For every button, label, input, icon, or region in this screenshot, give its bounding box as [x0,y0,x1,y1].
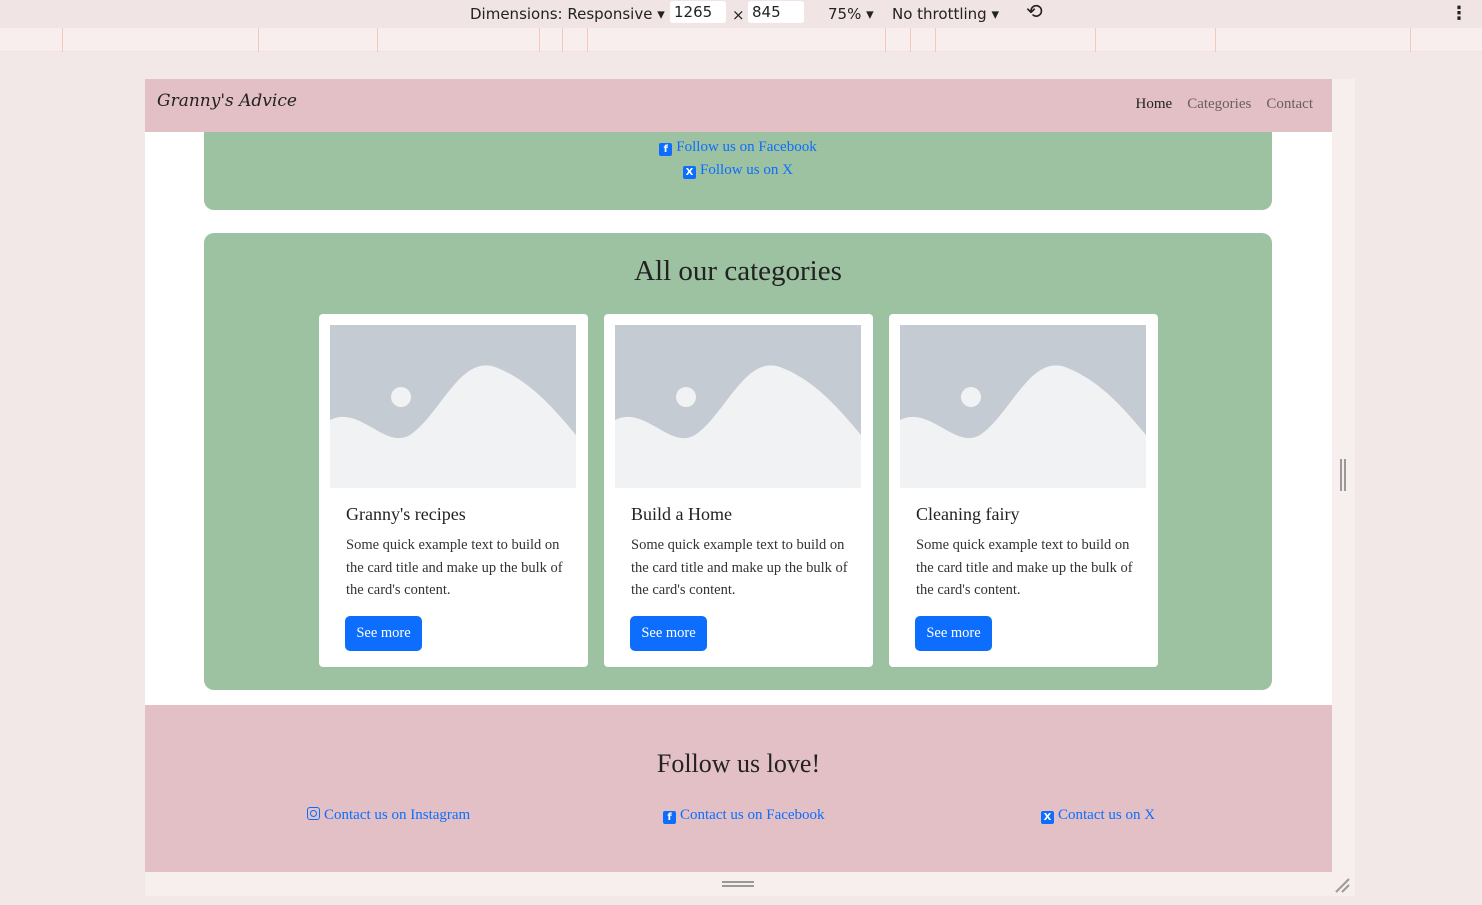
nav-link-categories[interactable]: Categories [1187,96,1251,113]
facebook-link-label: Contact us on Facebook [680,807,825,823]
device-frame-bottom [145,872,1355,896]
zoom-label: 75% [828,5,862,23]
x-icon: X [683,166,697,179]
dimensions-dropdown[interactable]: Dimensions: Responsive ▾ [470,3,665,25]
corner-resize-icon[interactable] [1333,876,1351,894]
x-contact-link[interactable]: X Contact us on X [1041,807,1155,824]
card-text: Some quick example text to build on the … [916,537,1133,598]
facebook-icon: f [663,811,676,824]
nav-link-contact[interactable]: Contact [1266,96,1313,113]
categories-section: All our categories Granny's recipes Some… [204,233,1272,690]
rotate-icon[interactable]: ⟲ [1026,0,1043,22]
placeholder-image [615,325,861,488]
card-title: Build a Home [631,504,732,524]
chevron-down-icon: ▾ [657,5,665,23]
device-frame-right [1332,79,1355,896]
devtools-toolbar: Dimensions: Responsive ▾ 1265 × 845 75% … [0,0,1482,28]
width-input[interactable]: 1265 [670,1,726,23]
x-icon: X [1041,811,1054,824]
throttling-label: No throttling [892,5,987,23]
dimension-separator: × [732,6,745,24]
category-card: Build a Home Some quick example text to … [604,314,873,667]
resize-handle-icon[interactable] [1340,459,1346,491]
height-input[interactable]: 845 [748,1,804,23]
social-panel: f Follow us on Facebook X Follow us on X [204,119,1272,210]
instagram-icon [307,807,320,820]
device-viewport: Granny's Advice Home Categories Contact … [145,79,1332,872]
more-options-icon[interactable]: ⋮ [1450,3,1468,25]
see-more-button[interactable]: See more [630,616,707,651]
placeholder-image [900,325,1146,488]
card-text: Some quick example text to build on the … [346,537,563,598]
card-text: Some quick example text to build on the … [631,537,848,598]
category-card: Granny's recipes Some quick example text… [319,314,588,667]
card-title: Cleaning fairy [916,504,1020,524]
facebook-link-label: Follow us on Facebook [676,139,817,155]
see-more-button[interactable]: See more [915,616,992,651]
card-title: Granny's recipes [346,504,466,524]
resize-handle-icon[interactable] [722,881,754,887]
facebook-contact-link[interactable]: f Contact us on Facebook [663,807,825,824]
facebook-icon: f [659,143,673,156]
footer: Follow us love! Contact us on Instagram … [145,705,1332,872]
x-link-label: Contact us on X [1058,807,1156,823]
brand-logo[interactable]: Granny's Advice [157,91,297,111]
placeholder-image [330,325,576,488]
instagram-contact-link[interactable]: Contact us on Instagram [307,807,470,824]
throttling-dropdown[interactable]: No throttling ▾ [892,3,999,25]
media-query-ruler [0,28,1482,52]
categories-title: All our categories [634,255,842,287]
chevron-down-icon: ▾ [991,5,1000,23]
zoom-dropdown[interactable]: 75% ▾ [828,3,874,25]
x-link-label: Follow us on X [700,162,793,178]
dimensions-label: Dimensions: Responsive [470,5,653,23]
see-more-button[interactable]: See more [345,616,422,651]
x-link[interactable]: X Follow us on X [204,162,1272,179]
nav-link-home[interactable]: Home [1136,96,1173,113]
footer-title: Follow us love! [656,749,821,778]
navbar: Granny's Advice Home Categories Contact [145,79,1332,132]
facebook-link[interactable]: f Follow us on Facebook [204,139,1272,156]
category-card: Cleaning fairy Some quick example text t… [889,314,1158,667]
instagram-link-label: Contact us on Instagram [324,807,471,823]
chevron-down-icon: ▾ [866,5,874,23]
nav-links: Home Categories Contact [1136,96,1313,113]
